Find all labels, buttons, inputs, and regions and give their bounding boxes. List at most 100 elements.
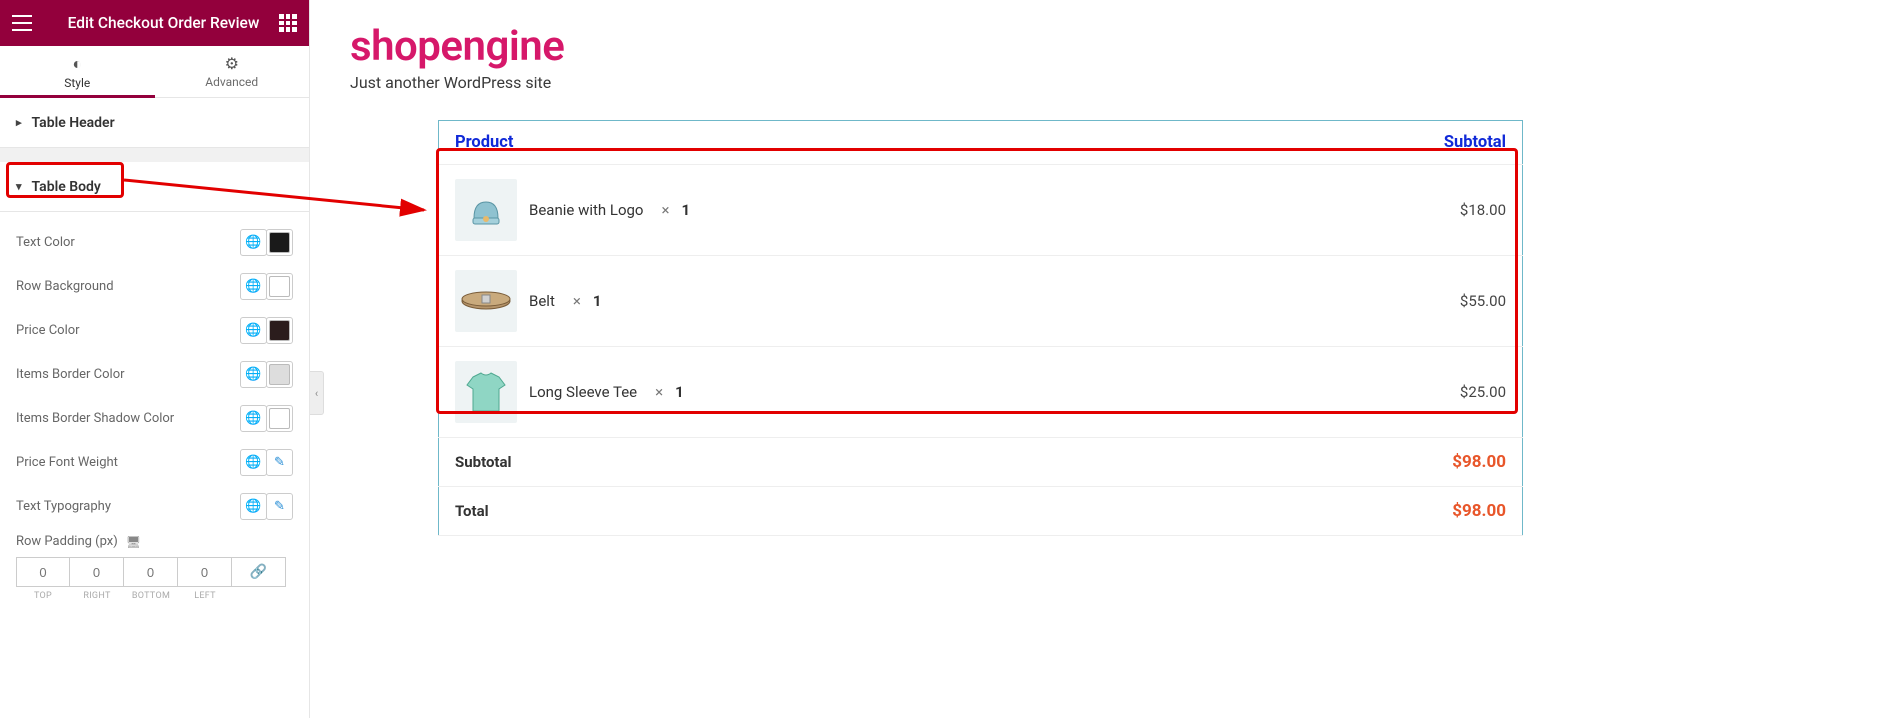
sidebar-header: Edit Checkout Order Review (0, 0, 309, 46)
text-typography-label: Text Typography (16, 499, 240, 514)
product-name: Long Sleeve Tee (529, 383, 637, 401)
col-subtotal: Subtotal (1239, 121, 1522, 165)
pencil-icon: ✎ (274, 499, 285, 514)
swatch (269, 408, 290, 429)
product-qty: 1 (593, 292, 602, 310)
tab-style-label: Style (64, 76, 90, 90)
section-table-body[interactable]: ▾ Table Body (0, 162, 309, 212)
preview-area: shopengine Just another WordPress site P… (310, 0, 1895, 718)
row-background-swatch[interactable] (266, 273, 293, 300)
desktop-icon[interactable]: 🖥 (126, 535, 141, 549)
swatch (269, 320, 290, 341)
control-price-font-weight: Price Font Weight 🌐 ✎ (16, 440, 293, 484)
product-qty: 1 (682, 201, 691, 219)
text-color-swatch[interactable] (266, 229, 293, 256)
sidebar-tabs: ◐ Style ⚙ Advanced (0, 46, 309, 98)
padding-top-box: TOP (16, 557, 70, 601)
control-items-border-shadow-color: Items Border Shadow Color 🌐 (16, 396, 293, 440)
table-row: Long Sleeve Tee × 1 $25.00 (439, 347, 1523, 438)
section-table-header-label: Table Header (32, 115, 115, 131)
product-qty: 1 (675, 383, 684, 401)
padding-right-lbl: RIGHT (83, 591, 110, 601)
globe-icon[interactable]: 🌐 (240, 405, 267, 432)
globe-icon[interactable]: 🌐 (240, 493, 267, 520)
padding-right-box: RIGHT (70, 557, 124, 601)
subtotal-value: $98.00 (1239, 438, 1522, 487)
editor-sidebar: Edit Checkout Order Review ◐ Style ⚙ Adv… (0, 0, 310, 718)
globe-icon[interactable]: 🌐 (240, 449, 267, 476)
belt-icon (460, 290, 512, 312)
swatch (269, 276, 290, 297)
section-table-header[interactable]: ▸ Table Header (0, 98, 309, 148)
edit-button[interactable]: ✎ (266, 493, 293, 520)
padding-left-lbl: LEFT (194, 591, 216, 601)
items-border-color-swatch[interactable] (266, 361, 293, 388)
text-color-label: Text Color (16, 235, 240, 250)
product-price: $55.00 (1239, 256, 1522, 347)
control-items-border-color: Items Border Color 🌐 (16, 352, 293, 396)
order-review-table: Product Subtotal Beanie with Logo × 1 $1… (438, 120, 1523, 536)
table-header-row: Product Subtotal (439, 121, 1523, 165)
control-price-color: Price Color 🌐 (16, 308, 293, 352)
globe-icon[interactable]: 🌐 (240, 361, 267, 388)
product-thumb (455, 179, 517, 241)
row-padding-inputs: TOP RIGHT BOTTOM LEFT 🔗 (16, 557, 293, 601)
qty-times: × (662, 201, 670, 219)
table-row: Beanie with Logo × 1 $18.00 (439, 165, 1523, 256)
controls-panel: Text Color 🌐 Row Background 🌐 Price Colo… (0, 212, 309, 617)
items-border-shadow-color-label: Items Border Shadow Color (16, 411, 240, 426)
product-name: Beanie with Logo (529, 201, 644, 219)
site-tagline: Just another WordPress site (350, 73, 1895, 92)
half-circle-icon: ◐ (72, 54, 82, 74)
table-body: Beanie with Logo × 1 $18.00 Belt × 1 (439, 165, 1523, 536)
swatch (269, 232, 290, 253)
menu-icon[interactable] (12, 15, 32, 31)
total-label: Total (439, 487, 1240, 536)
padding-bottom-lbl: BOTTOM (132, 591, 170, 601)
row-padding-label: Row Padding (px) 🖥 (16, 534, 293, 549)
apps-icon[interactable] (279, 14, 297, 32)
control-text-typography: Text Typography 🌐 ✎ (16, 484, 293, 528)
product-price: $25.00 (1239, 347, 1522, 438)
items-border-color-label: Items Border Color (16, 367, 240, 382)
globe-icon[interactable]: 🌐 (240, 273, 267, 300)
price-color-label: Price Color (16, 323, 240, 338)
caret-right-icon: ▸ (16, 116, 22, 129)
table-row: Belt × 1 $55.00 (439, 256, 1523, 347)
qty-times: × (573, 292, 581, 310)
control-text-color: Text Color 🌐 (16, 220, 293, 264)
gear-icon: ⚙ (225, 54, 239, 73)
tab-style[interactable]: ◐ Style (0, 46, 155, 97)
tab-advanced[interactable]: ⚙ Advanced (155, 46, 310, 97)
product-name: Belt (529, 292, 555, 310)
site-brand: shopengine (350, 22, 1895, 71)
padding-left-box: LEFT (178, 557, 232, 601)
price-color-swatch[interactable] (266, 317, 293, 344)
edit-button[interactable]: ✎ (266, 449, 293, 476)
globe-icon[interactable]: 🌐 (240, 229, 267, 256)
control-row-background: Row Background 🌐 (16, 264, 293, 308)
product-cell: Beanie with Logo × 1 (455, 179, 1223, 241)
padding-left-input[interactable] (178, 557, 232, 587)
col-product: Product (439, 121, 1240, 165)
padding-bottom-box: BOTTOM (124, 557, 178, 601)
tab-advanced-label: Advanced (205, 75, 258, 89)
padding-bottom-input[interactable] (124, 557, 178, 587)
padding-top-lbl: TOP (34, 591, 52, 601)
row-background-label: Row Background (16, 279, 240, 294)
product-thumb (455, 361, 517, 423)
padding-right-input[interactable] (70, 557, 124, 587)
padding-top-input[interactable] (16, 557, 70, 587)
subtotal-row: Subtotal $98.00 (439, 438, 1523, 487)
globe-icon[interactable]: 🌐 (240, 317, 267, 344)
total-value: $98.00 (1239, 487, 1522, 536)
qty-times: × (655, 383, 663, 401)
link-values-button[interactable]: 🔗 (232, 557, 286, 587)
sidebar-title: Edit Checkout Order Review (48, 14, 279, 32)
swatch (269, 364, 290, 385)
items-border-shadow-color-swatch[interactable] (266, 405, 293, 432)
section-spacer (0, 148, 309, 162)
product-cell: Belt × 1 (455, 270, 1223, 332)
product-thumb (455, 270, 517, 332)
product-cell: Long Sleeve Tee × 1 (455, 361, 1223, 423)
